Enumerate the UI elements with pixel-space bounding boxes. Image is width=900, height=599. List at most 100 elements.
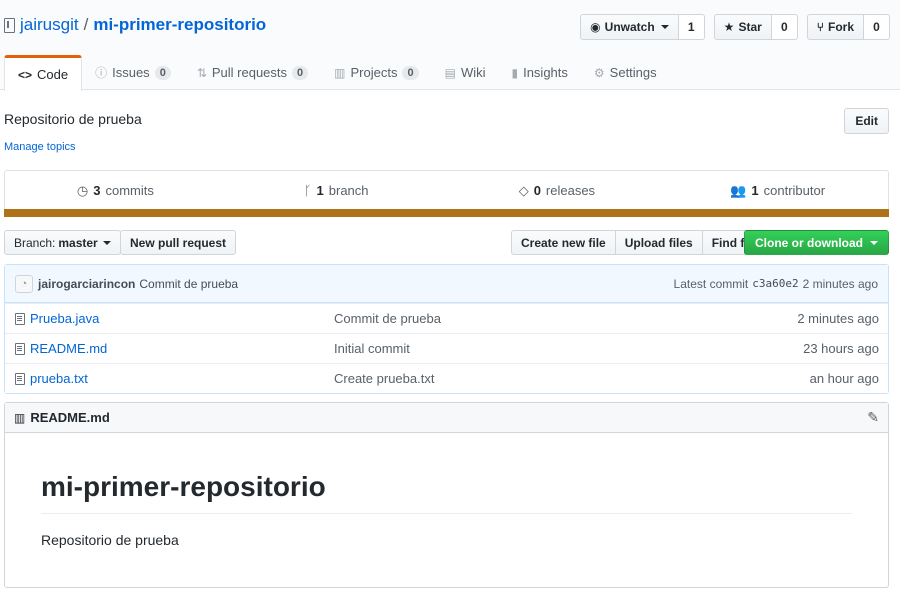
file-commit-message-link[interactable]: Initial commit bbox=[334, 341, 803, 356]
new-pull-request-button[interactable]: New pull request bbox=[120, 230, 237, 255]
commits-label: commits bbox=[105, 183, 154, 198]
repo-owner-link[interactable]: jairusgit bbox=[20, 15, 79, 35]
latest-commit-label: Latest commit bbox=[673, 276, 749, 291]
language-bar[interactable] bbox=[4, 209, 889, 217]
tab-insights[interactable]: ▮ Insights bbox=[498, 55, 580, 90]
branch-prefix: Branch: bbox=[14, 235, 56, 250]
pull-request-icon: ⇅ bbox=[196, 65, 207, 80]
file-name-link[interactable]: Prueba.java bbox=[30, 311, 334, 326]
tab-pull-requests[interactable]: ⇅ Pull requests 0 bbox=[184, 55, 321, 90]
watchers-count[interactable]: 1 bbox=[678, 14, 705, 40]
watch-group: ◉ Unwatch 1 bbox=[580, 14, 705, 40]
repo-actions: ◉ Unwatch 1 ★ Star 0 ⑂ Fork 0 bbox=[580, 14, 890, 40]
readme-filename: README.md bbox=[30, 410, 110, 425]
file-age: 23 hours ago bbox=[803, 341, 879, 356]
contributors-count: 1 bbox=[751, 183, 759, 198]
issue-icon: ⓘ bbox=[95, 66, 108, 80]
clone-or-download-button[interactable]: Clone or download bbox=[744, 230, 889, 255]
branches-count: 1 bbox=[316, 183, 324, 198]
branches-summary-link[interactable]: ᚴ 1 branch bbox=[226, 171, 447, 210]
chevron-down-icon bbox=[870, 240, 878, 245]
fork-group: ⑂ Fork 0 bbox=[806, 14, 890, 40]
repo-icon bbox=[4, 17, 15, 33]
repo-header: jairusgit / mi-primer-repositorio ◉ Unwa… bbox=[0, 0, 900, 91]
issues-counter: 0 bbox=[154, 65, 171, 80]
readme-paragraph: Repositorio de prueba bbox=[41, 532, 179, 548]
commit-message-link[interactable]: Commit de prueba bbox=[139, 277, 238, 291]
star-group: ★ Star 0 bbox=[713, 14, 798, 40]
readme: ▥ README.md ✎ mi-primer-repositorio Repo… bbox=[4, 402, 889, 588]
file-icon bbox=[15, 372, 25, 385]
file-age: 2 minutes ago bbox=[797, 311, 879, 326]
releases-summary-link[interactable]: ◇ 0 releases bbox=[447, 171, 668, 210]
contributors-summary-link[interactable]: 👥 1 contributor bbox=[667, 171, 888, 210]
tab-issues[interactable]: ⓘ Issues 0 bbox=[82, 55, 184, 90]
tab-wiki[interactable]: ▤ Wiki bbox=[432, 55, 499, 90]
tab-issues-label: Issues bbox=[112, 65, 150, 80]
pull-requests-counter: 0 bbox=[292, 65, 309, 80]
file-row: prueba.txt Create prueba.txt an hour ago bbox=[5, 363, 888, 393]
clone-label: Clone or download bbox=[755, 235, 863, 250]
repo-description: Repositorio de prueba bbox=[4, 111, 142, 127]
edit-description-button[interactable]: Edit bbox=[844, 108, 889, 134]
unwatch-button[interactable]: ◉ Unwatch bbox=[580, 14, 679, 40]
tab-wiki-label: Wiki bbox=[460, 65, 486, 80]
file-name-link[interactable]: prueba.txt bbox=[30, 371, 334, 386]
stars-count[interactable]: 0 bbox=[771, 14, 798, 40]
commit-author-link[interactable]: jairogarciarincon bbox=[38, 277, 135, 291]
file-commit-message-link[interactable]: Create prueba.txt bbox=[334, 371, 810, 386]
fork-label: Fork bbox=[827, 20, 854, 34]
tab-insights-label: Insights bbox=[523, 65, 568, 80]
project-icon: ▥ bbox=[334, 65, 346, 80]
graph-icon: ▮ bbox=[511, 65, 519, 80]
unwatch-label: Unwatch bbox=[604, 20, 655, 34]
gear-icon: ⚙ bbox=[593, 65, 605, 80]
tab-settings-label: Settings bbox=[609, 65, 657, 80]
book-icon: ▥ bbox=[14, 410, 26, 425]
file-commit-message-link[interactable]: Commit de prueba bbox=[334, 311, 797, 326]
upload-files-button[interactable]: Upload files bbox=[614, 230, 703, 255]
chevron-down-icon bbox=[660, 25, 669, 29]
fork-icon: ⑂ bbox=[816, 20, 824, 34]
book-icon: ▤ bbox=[444, 65, 456, 80]
code-icon: <> bbox=[18, 67, 33, 82]
manage-topics-link[interactable]: Manage topics bbox=[4, 141, 76, 153]
releases-label: releases bbox=[545, 183, 596, 198]
file-icon bbox=[15, 342, 25, 355]
tag-icon: ◇ bbox=[518, 182, 529, 198]
chevron-down-icon bbox=[102, 240, 111, 245]
tab-code-label: Code bbox=[37, 67, 69, 82]
repo-title: jairusgit / mi-primer-repositorio bbox=[4, 15, 266, 35]
file-navigation-buttons: Create new file Upload files Find file bbox=[511, 230, 768, 255]
star-button[interactable]: ★ Star bbox=[713, 14, 772, 40]
numbers-summary: ◷ 3 commits ᚴ 1 branch ◇ 0 releases 👥 1 … bbox=[4, 170, 889, 217]
commit-age: 2 minutes ago bbox=[802, 276, 878, 291]
commits-summary-link[interactable]: ◷ 3 commits bbox=[5, 171, 226, 210]
releases-count: 0 bbox=[533, 183, 541, 198]
tab-settings[interactable]: ⚙ Settings bbox=[581, 55, 670, 90]
commits-count: 3 bbox=[93, 183, 101, 198]
create-new-file-button[interactable]: Create new file bbox=[511, 230, 616, 255]
file-row: README.md Initial commit 23 hours ago bbox=[5, 333, 888, 363]
branch-name: master bbox=[58, 235, 98, 250]
file-row: Prueba.java Commit de prueba 2 minutes a… bbox=[5, 303, 888, 333]
readme-body: mi-primer-repositorio Repositorio de pru… bbox=[5, 433, 888, 584]
pencil-icon[interactable]: ✎ bbox=[867, 409, 879, 426]
forks-count[interactable]: 0 bbox=[864, 14, 890, 40]
readme-heading: mi-primer-repositorio bbox=[41, 471, 852, 514]
tab-projects[interactable]: ▥ Projects 0 bbox=[321, 55, 431, 90]
tab-pull-requests-label: Pull requests bbox=[211, 65, 288, 80]
repo-name-link[interactable]: mi-primer-repositorio bbox=[93, 15, 266, 35]
avatar[interactable]: ◔ bbox=[15, 274, 33, 293]
tab-projects-label: Projects bbox=[350, 65, 398, 80]
file-name-link[interactable]: README.md bbox=[30, 341, 334, 356]
projects-counter: 0 bbox=[402, 65, 419, 80]
history-icon: ◷ bbox=[76, 182, 89, 198]
eye-icon: ◉ bbox=[590, 20, 601, 34]
contributors-label: contributor bbox=[763, 183, 826, 198]
branch-select-button[interactable]: Branch: master bbox=[4, 230, 121, 255]
branch-icon: ᚴ bbox=[303, 183, 312, 198]
tab-code[interactable]: <> Code bbox=[4, 55, 83, 91]
fork-button[interactable]: ⑂ Fork bbox=[806, 14, 864, 40]
commit-sha-link[interactable]: c3a60e2 bbox=[752, 277, 798, 290]
